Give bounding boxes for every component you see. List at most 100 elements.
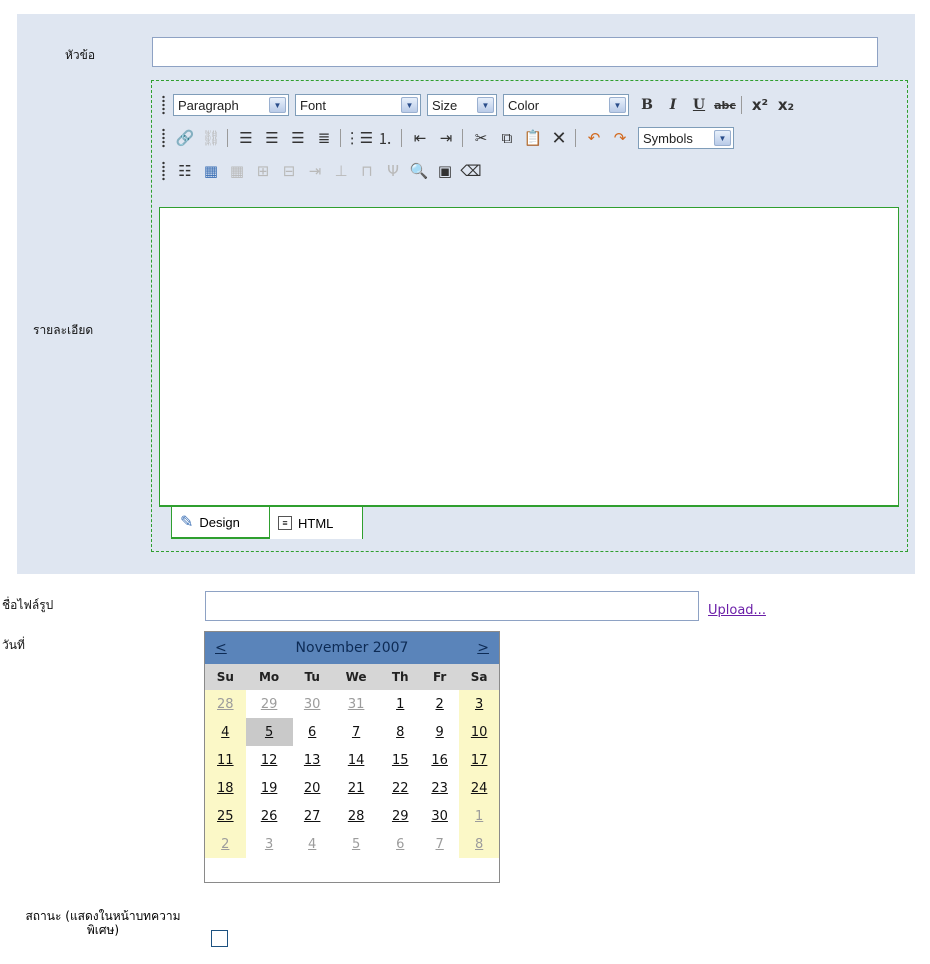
calendar-day[interactable]: 3	[459, 690, 499, 718]
cut-icon[interactable]: ✂	[469, 126, 493, 150]
toolbar-separator	[401, 129, 402, 147]
calendar-day[interactable]: 13	[293, 746, 332, 774]
calendar-day[interactable]: 8	[380, 718, 420, 746]
toolbar-row-3: ☷ ▦ ▦ ⊞ ⊟ ⇥ ⊥ ⊓ Ψ 🔍 ▣ ⌫	[162, 157, 485, 185]
calendar-day[interactable]: 4	[293, 830, 332, 858]
calendar-day[interactable]: 29	[380, 802, 420, 830]
next-month-button[interactable]: >	[477, 640, 489, 656]
calendar-day[interactable]: 6	[380, 830, 420, 858]
calendar-day[interactable]: 6	[293, 718, 332, 746]
image-file-input[interactable]	[205, 591, 699, 621]
italic-button[interactable]: I	[661, 93, 685, 117]
toolbar-separator	[575, 129, 576, 147]
insert-table-icon[interactable]: ▦	[199, 159, 223, 183]
bullet-list-icon[interactable]: ⋮☰	[345, 126, 373, 150]
calendar-day[interactable]: 21	[332, 774, 381, 802]
title-input[interactable]	[152, 37, 878, 67]
superscript-button[interactable]: x²	[748, 93, 772, 117]
calendar-day[interactable]: 25	[205, 802, 246, 830]
design-icon: ✎	[180, 514, 194, 531]
unlink-icon[interactable]: ⛓	[199, 126, 223, 150]
eraser-icon[interactable]: ⌫	[459, 159, 483, 183]
calendar-day[interactable]: 14	[332, 746, 381, 774]
underline-button[interactable]: U	[687, 93, 711, 117]
calendar-day[interactable]: 2	[205, 830, 246, 858]
delete-icon[interactable]: ✕	[547, 126, 571, 150]
chevron-down-icon: ▼	[401, 97, 418, 113]
toolbar-row-2: 🔗 ⛓ ☰ ☰ ☰ ≣ ⋮☰ ⒈ ⇤ ⇥ ✂ ⧉ 📋 ✕ ↶ ↷ Symbols…	[162, 124, 740, 152]
calendar-day[interactable]: 7	[420, 830, 459, 858]
status-checkbox[interactable]	[211, 930, 228, 947]
calendar-day[interactable]: 28	[332, 802, 381, 830]
calendar-day[interactable]: 3	[246, 830, 293, 858]
calendar-day[interactable]: 16	[420, 746, 459, 774]
calendar-day[interactable]: 18	[205, 774, 246, 802]
calendar-day[interactable]: 10	[459, 718, 499, 746]
paste-icon[interactable]: 📋	[521, 126, 545, 150]
calendar-day[interactable]: 20	[293, 774, 332, 802]
calendar-day[interactable]: 8	[459, 830, 499, 858]
calendar-day[interactable]: 29	[246, 690, 293, 718]
undo-icon[interactable]: ↶	[582, 126, 606, 150]
chevron-down-icon: ▼	[609, 97, 626, 113]
calendar-day[interactable]: 17	[459, 746, 499, 774]
align-center-icon[interactable]: ☰	[260, 126, 284, 150]
calendar-day[interactable]: 15	[380, 746, 420, 774]
indent-icon[interactable]: ⇥	[434, 126, 458, 150]
calendar-day[interactable]: 9	[420, 718, 459, 746]
calendar-day[interactable]: 5	[332, 830, 381, 858]
tab-html[interactable]: ≡ HTML	[269, 507, 363, 539]
calendar-day[interactable]: 27	[293, 802, 332, 830]
table-properties-icon[interactable]: ▦	[225, 159, 249, 183]
calendar-day[interactable]: 28	[205, 690, 246, 718]
calendar-day[interactable]: 26	[246, 802, 293, 830]
select-all-icon[interactable]: ▣	[433, 159, 457, 183]
calendar-day[interactable]: 22	[380, 774, 420, 802]
symbols-select[interactable]: Symbols ▼	[638, 127, 734, 149]
calendar-week: 18 19 20 21 22 23 24	[205, 774, 499, 802]
calendar-day[interactable]: 1	[380, 690, 420, 718]
calendar-day[interactable]: 31	[332, 690, 381, 718]
calendar-day[interactable]: 1	[459, 802, 499, 830]
insert-row-icon[interactable]: ⊞	[251, 159, 275, 183]
copy-icon[interactable]: ⧉	[495, 126, 519, 150]
align-justify-icon[interactable]: ≣	[312, 126, 336, 150]
calendar-day[interactable]: 7	[332, 718, 381, 746]
numbered-list-icon[interactable]: ⒈	[373, 126, 397, 150]
horizontal-rule-icon[interactable]: ☷	[173, 159, 197, 183]
outdent-icon[interactable]: ⇤	[408, 126, 432, 150]
split-cell-icon[interactable]: Ψ	[381, 159, 405, 183]
subscript-button[interactable]: x₂	[774, 93, 798, 117]
delete-column-icon[interactable]: ⊥	[329, 159, 353, 183]
calendar-day[interactable]: 30	[293, 690, 332, 718]
calendar-day-selected[interactable]: 5	[245, 718, 293, 746]
insert-column-icon[interactable]: ⇥	[303, 159, 327, 183]
font-select[interactable]: Font ▼	[295, 94, 421, 116]
size-select-label: Size	[432, 97, 458, 113]
editor-content-area[interactable]	[159, 207, 899, 505]
calendar-day[interactable]: 24	[459, 774, 499, 802]
merge-cells-icon[interactable]: ⊓	[355, 159, 379, 183]
calendar-day[interactable]: 11	[205, 746, 246, 774]
calendar-day[interactable]: 12	[246, 746, 293, 774]
link-icon[interactable]: 🔗	[173, 126, 197, 150]
toolbar-separator	[741, 96, 742, 114]
prev-month-button[interactable]: <	[215, 640, 227, 656]
calendar-day[interactable]: 23	[420, 774, 459, 802]
align-right-icon[interactable]: ☰	[286, 126, 310, 150]
paragraph-select[interactable]: Paragraph ▼	[173, 94, 289, 116]
preview-icon[interactable]: 🔍	[407, 159, 431, 183]
calendar-day[interactable]: 19	[246, 774, 293, 802]
upload-link[interactable]: Upload...	[708, 603, 766, 618]
calendar-day[interactable]: 4	[205, 718, 246, 746]
bold-button[interactable]: B	[635, 93, 659, 117]
delete-row-icon[interactable]: ⊟	[277, 159, 301, 183]
size-select[interactable]: Size ▼	[427, 94, 497, 116]
calendar-day[interactable]: 30	[420, 802, 459, 830]
tab-design[interactable]: ✎ Design	[171, 507, 269, 539]
align-left-icon[interactable]: ☰	[234, 126, 258, 150]
calendar-day[interactable]: 2	[420, 690, 459, 718]
color-select[interactable]: Color ▼	[503, 94, 629, 116]
redo-icon[interactable]: ↷	[608, 126, 632, 150]
strikethrough-button[interactable]: abc	[713, 93, 737, 117]
